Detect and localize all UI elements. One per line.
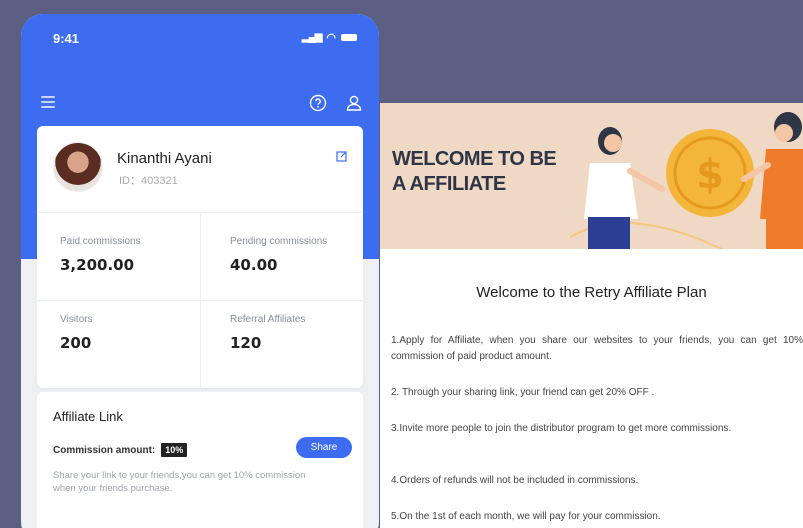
nav-bar [21,90,379,120]
help-icon[interactable] [309,94,327,112]
stat-value: 120 [230,334,262,352]
woman-left [584,127,665,249]
banner-title: WELCOME TO BE A AFFILIATE [392,148,557,195]
status-bar: 9:41 ▂▄▆ ◠ [21,14,379,58]
banner-illustration: $ [570,112,803,249]
share-description: Share your link to your friends,you can … [53,470,306,494]
affiliate-plan-document: WELCOME TO BE A AFFILIATE $ Welcome to t… [380,103,803,528]
menu-icon[interactable] [41,96,55,108]
plan-paragraph: 4.Orders of refunds will not be included… [391,475,639,486]
status-time: 9:41 [53,31,80,46]
coin-icon: $ [666,129,754,217]
user-id: ID：403321 [119,175,178,187]
wifi-icon: ◠ [326,32,336,44]
status-icons: ▂▄▆ ◠ [302,31,357,44]
user-icon[interactable] [345,94,363,112]
signal-icon: ▂▄▆ [301,32,322,43]
svg-text:$: $ [696,152,724,198]
stat-paid-commissions: Paid commissions 3,200.00 [60,236,141,274]
commission-badge: 10% [161,443,188,457]
plan-paragraph: 5.On the 1st of each month, we will pay … [391,511,661,522]
stat-label: Visitors [60,314,93,325]
plan-heading: Welcome to the Retry Affiliate Plan [476,284,707,301]
profile-card: Kinanthi Ayani ID：403321 Paid commission… [37,126,363,388]
commission-row: Commission amount: 10% [53,443,188,457]
plan-paragraph: 2. Through your sharing link, your frien… [391,387,655,398]
stat-value: 200 [60,334,92,352]
divider [200,212,201,388]
stat-pending-commissions: Pending commissions 40.00 [230,236,327,274]
share-button[interactable]: Share [296,437,352,458]
stat-label: Paid commissions [60,236,141,247]
stat-visitors: Visitors 200 [60,314,93,352]
commission-label: Commission amount: [53,444,156,456]
stat-referral-affiliates: Referral Affiliates 120 [230,314,305,352]
welcome-banner: WELCOME TO BE A AFFILIATE $ [380,103,803,249]
edit-icon[interactable] [336,150,348,162]
stat-label: Referral Affiliates [230,314,306,325]
plan-paragraph: 3.Invite more people to join the distrib… [391,423,732,434]
user-name: Kinanthi Ayani [117,150,212,167]
plan-paragraph: 1.Apply for Affiliate, when you share ou… [391,335,803,362]
stat-value: 3,200.00 [60,256,135,274]
stat-value: 40.00 [230,256,278,274]
stat-label: Pending commissions [230,236,328,247]
mobile-app: 9:41 ▂▄▆ ◠ Kinanthi Ayani ID：403321 Paid… [21,14,379,528]
affiliate-link-title: Affiliate Link [53,409,123,424]
affiliate-link-card: Affiliate Link Commission amount: 10% Sh… [37,392,363,528]
battery-icon [341,34,357,41]
avatar [53,142,103,192]
